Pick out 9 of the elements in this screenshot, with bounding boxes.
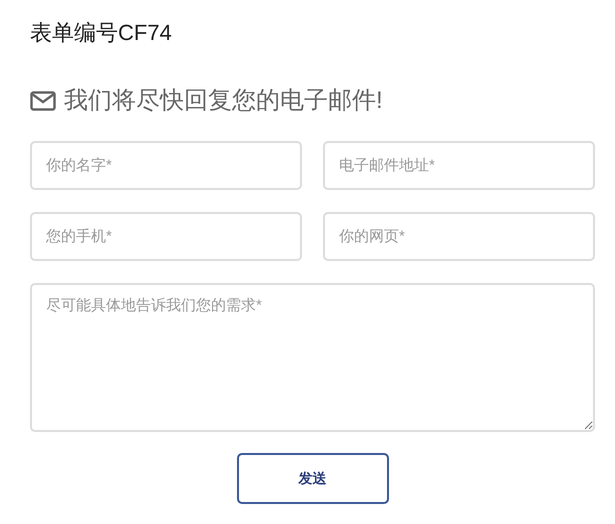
- input-field[interactable]: 你的名字*: [30, 141, 302, 190]
- input-field[interactable]: 你的网页*: [323, 212, 595, 261]
- mail-icon: [30, 91, 56, 111]
- input-field[interactable]: 您的手机*: [30, 212, 302, 261]
- form-title: 表单编号CF74: [30, 19, 172, 47]
- message-field[interactable]: 尽可能具体地告诉我们您的需求*: [30, 283, 595, 432]
- send-button[interactable]: 发送: [236, 453, 388, 504]
- section-heading: 我们将尽快回复您的电子邮件!: [64, 86, 383, 116]
- input-field[interactable]: 电子邮件地址*: [323, 141, 595, 190]
